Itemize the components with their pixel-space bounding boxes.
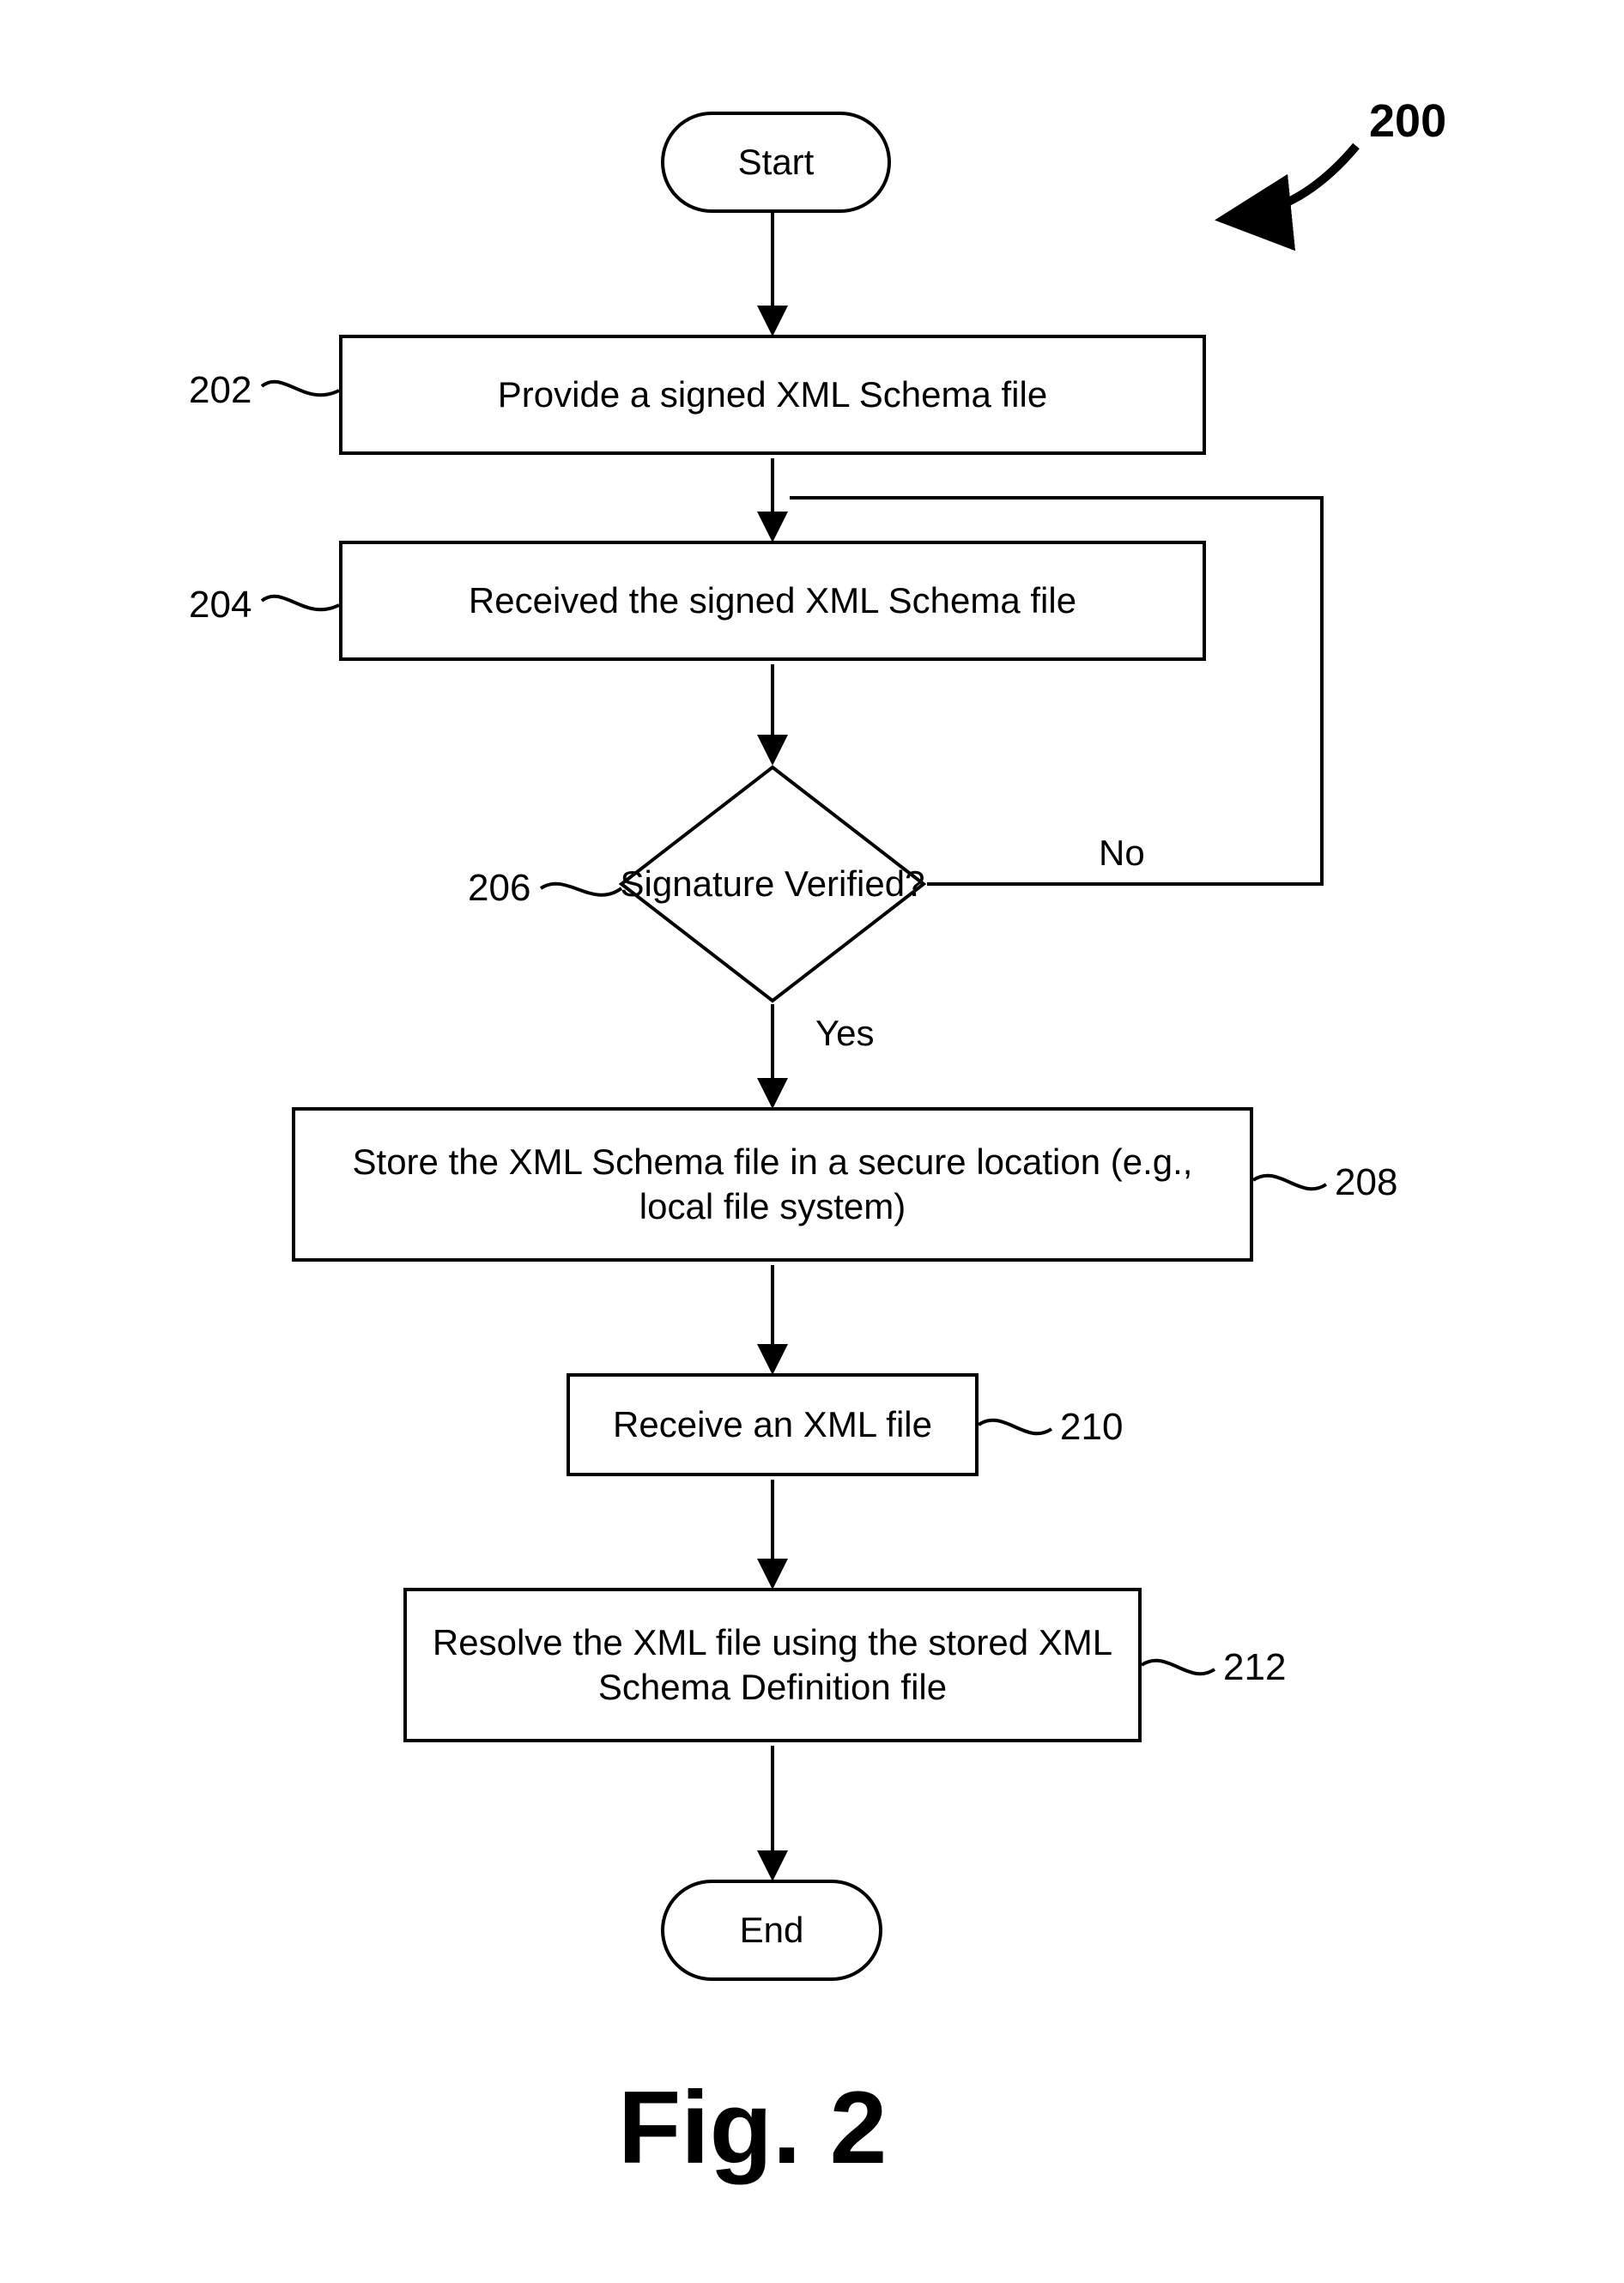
start-terminator: Start (661, 112, 891, 213)
figure-caption: Fig. 2 (618, 2068, 887, 2187)
step-208-box: Store the XML Schema file in a secure lo… (292, 1107, 1253, 1262)
step-208-text: Store the XML Schema file in a secure lo… (312, 1140, 1233, 1230)
step-202-text: Provide a signed XML Schema file (498, 372, 1047, 418)
ref-208: 208 (1335, 1161, 1397, 1204)
step-212-text: Resolve the XML file using the stored XM… (424, 1620, 1121, 1711)
decision-206-text: Signature Verified? (621, 863, 925, 905)
end-label: End (740, 1910, 804, 1951)
ref-204: 204 (189, 584, 251, 627)
step-202-box: Provide a signed XML Schema file (339, 335, 1206, 455)
decision-206: Signature Verified? (618, 764, 927, 1004)
step-204-box: Received the signed XML Schema file (339, 541, 1206, 661)
step-210-text: Receive an XML file (613, 1402, 932, 1448)
edge-no-label: No (1099, 833, 1145, 874)
step-204-text: Received the signed XML Schema file (469, 578, 1076, 624)
step-212-box: Resolve the XML file using the stored XM… (403, 1588, 1142, 1742)
end-terminator: End (661, 1880, 882, 1981)
step-210-box: Receive an XML file (567, 1373, 979, 1476)
flowchart-canvas: Start End Provide a signed XML Schema fi… (0, 0, 1624, 2283)
ref-210: 210 (1060, 1406, 1123, 1449)
ref-200: 200 (1369, 94, 1446, 148)
edge-yes-label: Yes (815, 1013, 875, 1054)
ref-202: 202 (189, 369, 251, 412)
start-label: Start (738, 142, 815, 183)
ref-206: 206 (468, 867, 530, 910)
ref-212: 212 (1223, 1646, 1286, 1689)
